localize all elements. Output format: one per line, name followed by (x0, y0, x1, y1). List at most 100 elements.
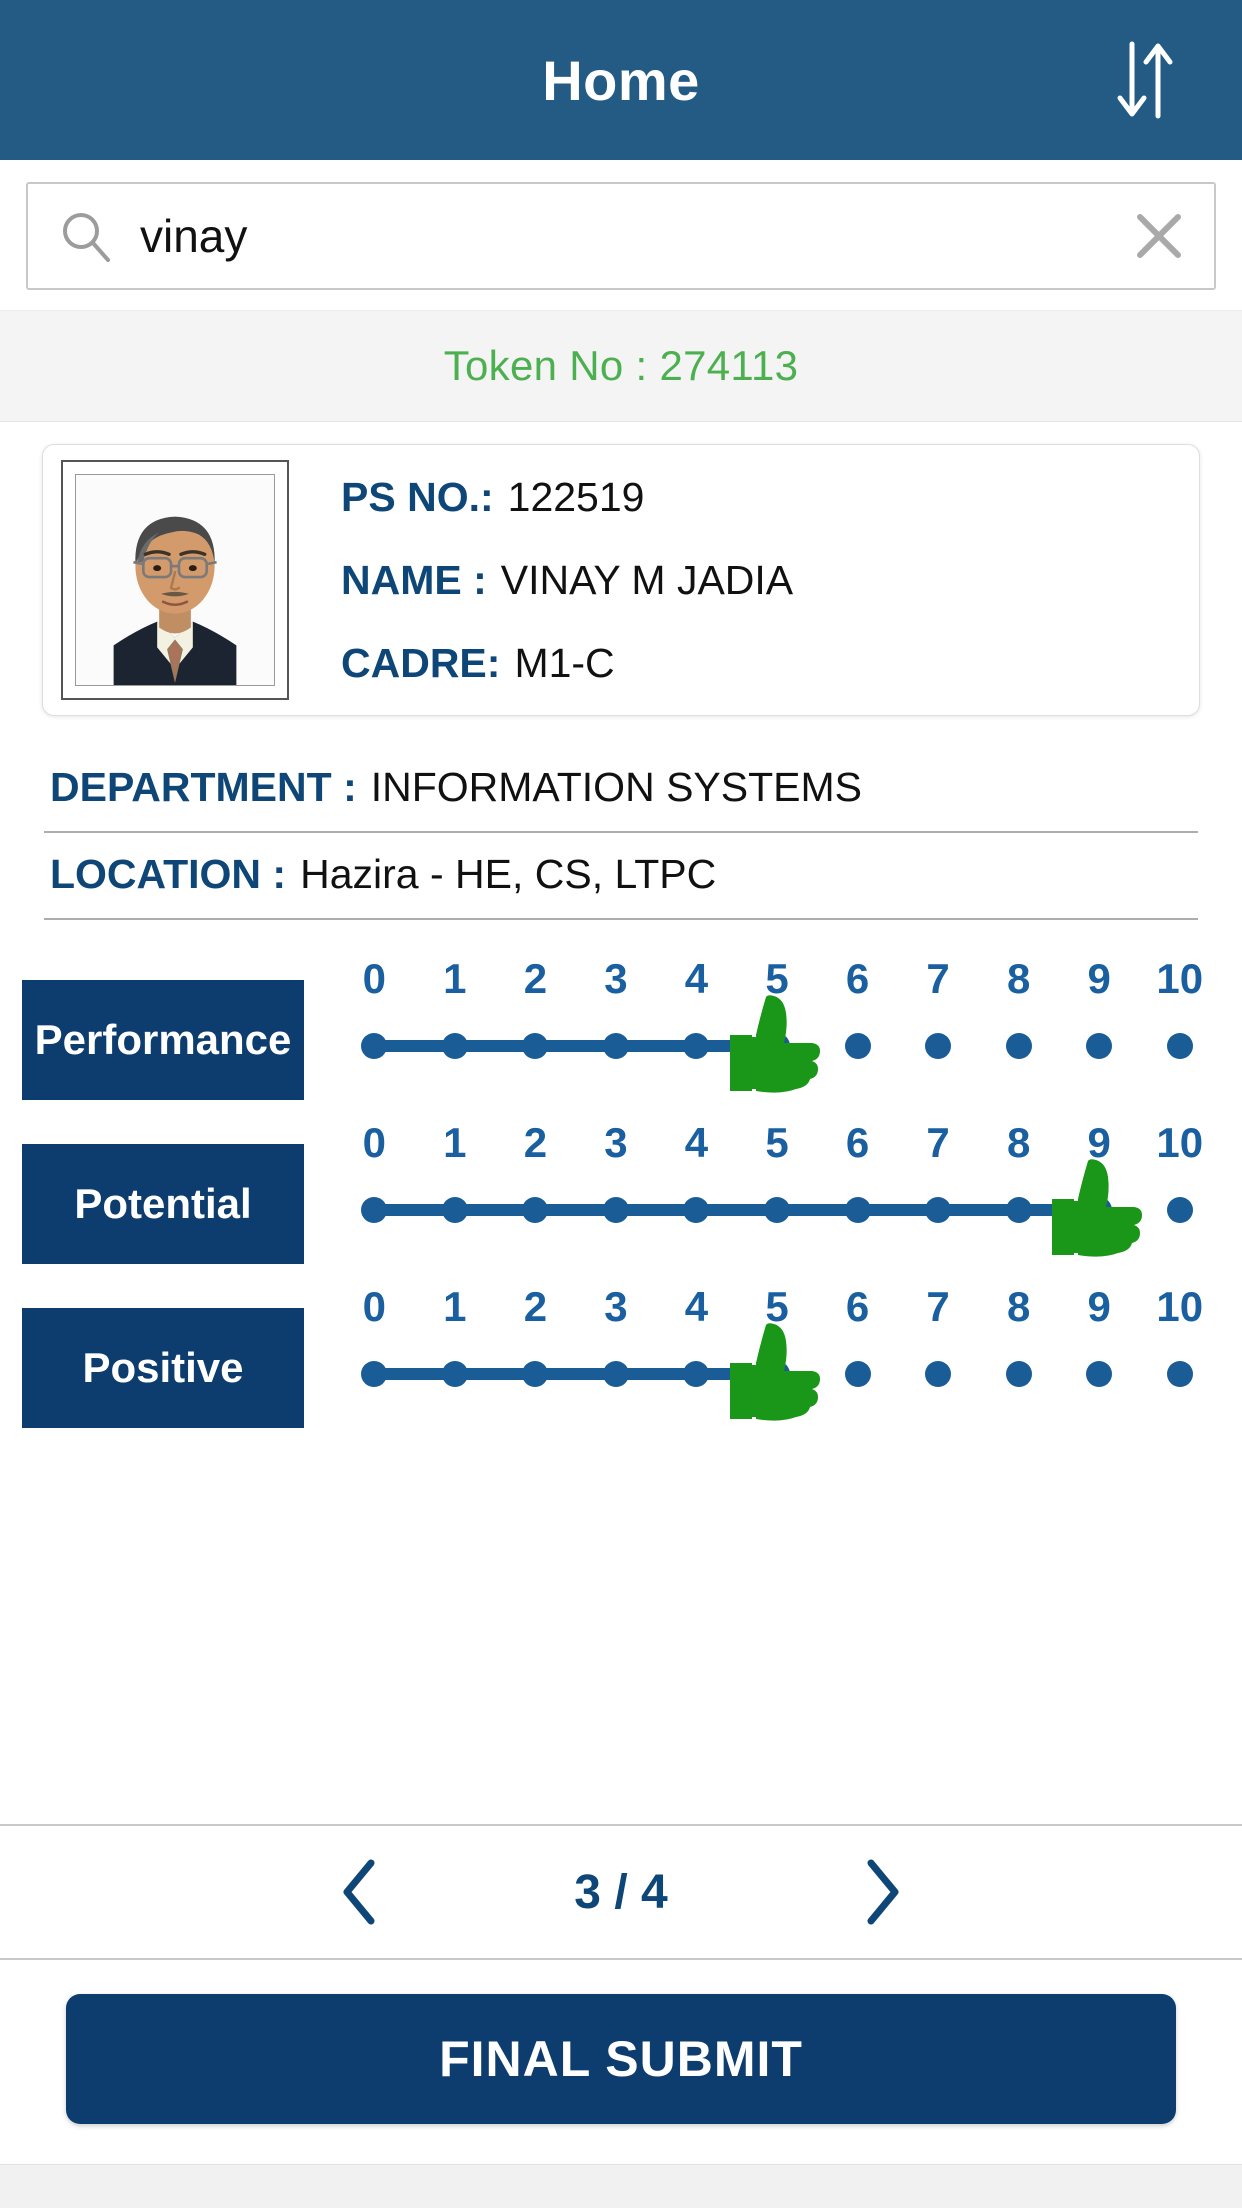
rating-scale-potential: 0 1 2 3 4 5 6 7 8 9 10 (304, 1112, 1220, 1264)
scale-number: 8 (1006, 955, 1031, 1002)
profile-card-wrapper: PS NO.: 122519 NAME : VINAY M JADIA CADR… (0, 422, 1242, 716)
scale-number: 1 (443, 1283, 467, 1330)
scale-number: 8 (1006, 1283, 1031, 1330)
slider-tick[interactable] (1139, 1033, 1220, 1059)
scale-number: 3 (604, 1119, 628, 1166)
scale-number: 2 (523, 955, 548, 1002)
field-name: NAME : VINAY M JADIA (341, 557, 1181, 604)
slider-tick[interactable] (1059, 1033, 1140, 1059)
slider-tick[interactable] (1139, 1361, 1220, 1387)
slider-tick[interactable] (898, 1033, 979, 1059)
scale-number: 0 (362, 1283, 386, 1330)
close-icon[interactable] (1130, 207, 1188, 265)
scale-number: 4 (684, 1119, 709, 1166)
scale-number: 5 (765, 1119, 789, 1166)
tick-dot (1005, 1361, 1032, 1387)
app-header: Home (0, 0, 1242, 160)
scale-number: 0 (362, 1119, 386, 1166)
scale-number: 7 (926, 955, 950, 1002)
field-ps-no: PS NO.: 122519 (341, 474, 1181, 521)
scale-number: 10 (1156, 1283, 1204, 1330)
scale-number: 9 (1087, 955, 1111, 1002)
info-section: DEPARTMENT : INFORMATION SYSTEMS LOCATIO… (0, 746, 1242, 920)
rating-row-potential: Potential 0 1 2 3 4 5 6 7 8 9 10 (22, 1112, 1220, 1264)
tick-dot (1166, 1033, 1193, 1059)
field-value: VINAY M JADIA (500, 556, 794, 603)
search-box[interactable] (26, 182, 1216, 290)
search-input[interactable] (140, 209, 1104, 263)
rating-scale-performance: 0 1 2 3 4 5 6 7 8 9 10 (304, 948, 1220, 1100)
search-icon (58, 208, 114, 264)
rating-label-positive: Positive (22, 1308, 304, 1428)
scale-number: 7 (926, 1283, 950, 1330)
field-label: NAME : (341, 556, 487, 603)
slider-tick[interactable] (978, 1033, 1059, 1059)
tick-dot (925, 1033, 952, 1059)
info-row-location: LOCATION : Hazira - HE, CS, LTPC (44, 833, 1198, 920)
thumbs-up-slider-thumb[interactable] (722, 987, 832, 1105)
slider-positive[interactable] (334, 1323, 1220, 1421)
employee-photo-frame (61, 460, 289, 700)
rating-row-performance: Performance 0 1 2 3 4 5 6 7 8 9 10 (22, 948, 1220, 1100)
scale-number: 6 (845, 1119, 870, 1166)
ratings-section: Performance 0 1 2 3 4 5 6 7 8 9 10 Potential 01234… (0, 920, 1242, 1428)
field-label: PS NO.: (341, 473, 494, 520)
tick-dot (1005, 1033, 1032, 1059)
pagination-bar: 3 / 4 (0, 1824, 1242, 1960)
bottom-strip (0, 2164, 1242, 2208)
profile-card: PS NO.: 122519 NAME : VINAY M JADIA CADR… (42, 444, 1200, 716)
field-value: M1-C (514, 639, 615, 686)
field-cadre: CADRE: M1-C (341, 640, 1181, 687)
thumbs-up-slider-thumb[interactable] (722, 1315, 832, 1433)
tick-dot (925, 1361, 952, 1387)
scale-number: 7 (926, 1119, 950, 1166)
info-label: LOCATION : (50, 851, 287, 897)
slider-tick[interactable] (1059, 1361, 1140, 1387)
scale-number: 2 (523, 1119, 548, 1166)
info-value: INFORMATION SYSTEMS (370, 764, 862, 810)
tick-dot (1086, 1033, 1113, 1059)
chevron-left-icon[interactable] (331, 1855, 391, 1929)
sort-updown-icon[interactable] (1110, 36, 1180, 124)
tick-dot (1086, 1361, 1113, 1387)
page-title: Home (542, 48, 700, 112)
scale-number: 9 (1087, 1283, 1111, 1330)
slider-fill (374, 1040, 777, 1052)
rating-row-positive: Positive 0 1 2 3 4 5 6 7 8 9 10 (22, 1276, 1220, 1428)
scale-number: 1 (443, 1119, 467, 1166)
final-submit-button[interactable]: FINAL SUBMIT (66, 1994, 1176, 2124)
slider-tick[interactable] (978, 1361, 1059, 1387)
rating-label-potential: Potential (22, 1144, 304, 1264)
slider-potential[interactable] (334, 1159, 1220, 1257)
rating-label-performance: Performance (22, 980, 304, 1100)
scale-number: 2 (523, 1283, 548, 1330)
info-row-department: DEPARTMENT : INFORMATION SYSTEMS (44, 746, 1198, 833)
slider-tick[interactable] (898, 1361, 979, 1387)
thumbs-up-slider-thumb[interactable] (1044, 1151, 1154, 1269)
slider-performance[interactable] (334, 995, 1220, 1093)
search-section (0, 160, 1242, 310)
scale-number: 1 (443, 955, 467, 1002)
rating-scale-positive: 0 1 2 3 4 5 6 7 8 9 10 (304, 1276, 1220, 1428)
pagination-label: 3 / 4 (574, 1865, 668, 1919)
field-label: CADRE: (341, 639, 501, 686)
scale-number: 10 (1156, 955, 1204, 1002)
avatar (75, 474, 275, 686)
token-number: Token No : 274113 (443, 342, 799, 389)
scale-number: 3 (604, 955, 628, 1002)
chevron-right-icon[interactable] (851, 1855, 911, 1929)
tick-dot (844, 1361, 871, 1387)
info-value: Hazira - HE, CS, LTPC (300, 851, 717, 897)
field-value: 122519 (507, 473, 645, 520)
tick-dot (1166, 1197, 1193, 1223)
scale-number: 0 (362, 955, 386, 1002)
app-screen: Home vinay Token No: 274113 PS NO.: 122… (0, 0, 1242, 2208)
tick-dot (1166, 1361, 1193, 1387)
slider-fill (374, 1204, 1100, 1216)
submit-section: FINAL SUBMIT (0, 1960, 1242, 2164)
slider-fill (374, 1368, 777, 1380)
token-band: Token No : 274113 (0, 310, 1242, 422)
info-label: DEPARTMENT : (50, 764, 357, 810)
tick-dot (844, 1033, 871, 1059)
